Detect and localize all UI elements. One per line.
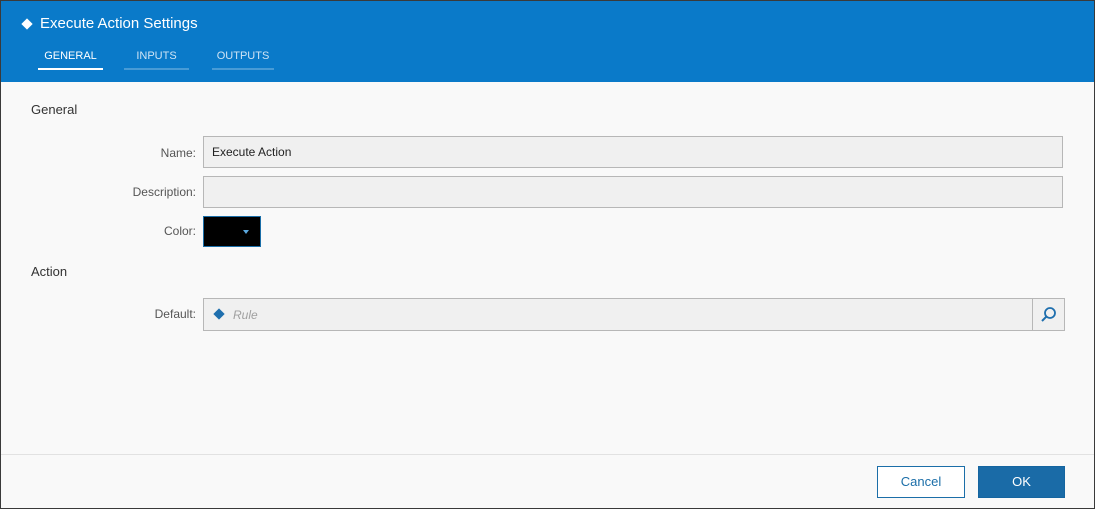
tab-bar: GENERAL INPUTS OUTPUTS [38, 47, 274, 70]
default-label: Default: [154, 307, 196, 321]
dialog-footer: Cancel OK [1, 454, 1094, 508]
name-label: Name: [160, 146, 196, 160]
diamond-icon [213, 308, 225, 320]
color-picker-button[interactable] [203, 216, 261, 247]
tab-general[interactable]: GENERAL [38, 47, 103, 70]
description-field[interactable] [203, 176, 1063, 208]
default-rule-placeholder: Rule [233, 308, 258, 322]
caret-down-icon [243, 230, 249, 234]
dialog-title-text: Execute Action Settings [40, 15, 198, 32]
tab-inputs[interactable]: INPUTS [124, 47, 189, 70]
cancel-button[interactable]: Cancel [877, 466, 965, 498]
search-button[interactable] [1032, 299, 1064, 330]
description-label: Description: [132, 185, 196, 199]
settings-dialog: Execute Action Settings GENERAL INPUTS O… [0, 0, 1095, 509]
search-icon [1041, 307, 1056, 322]
default-rule-lookup[interactable]: Rule [203, 298, 1065, 331]
ok-button[interactable]: OK [978, 466, 1065, 498]
name-field[interactable]: Execute Action [203, 136, 1063, 168]
tab-outputs[interactable]: OUTPUTS [212, 47, 274, 70]
color-label: Color: [163, 224, 196, 238]
dialog-title: Execute Action Settings [21, 15, 198, 32]
diamond-icon [21, 17, 33, 30]
section-title-general: General [31, 102, 78, 117]
dialog-header: Execute Action Settings GENERAL INPUTS O… [1, 1, 1094, 82]
section-title-action: Action [31, 264, 68, 279]
